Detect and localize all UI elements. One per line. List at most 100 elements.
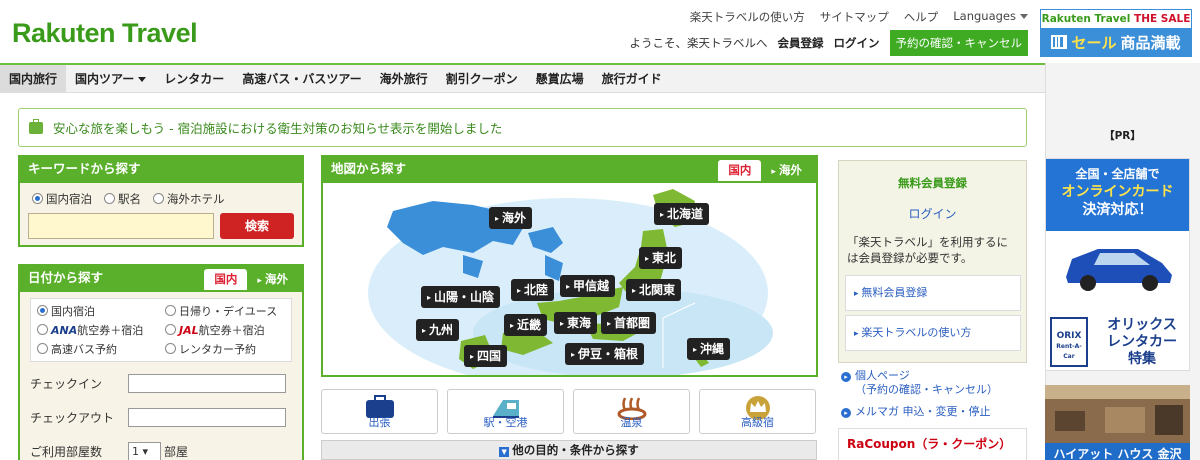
region-overseas[interactable]: 海外 [489,207,533,229]
region-shikoku[interactable]: 四国 [464,345,508,367]
dt-option-dayuse[interactable]: 日帰り・デイユース [165,303,285,319]
region-koshinetsu[interactable]: 甲信越 [560,275,616,297]
category-luxury[interactable]: 高級宿 [699,389,816,434]
pr-label: 【PR】 [1104,130,1141,142]
nav-highway-bus[interactable]: 高速バス・バスツアー [233,65,370,92]
how-to-use-link-2[interactable]: 楽天トラベルの使い方 [845,315,1021,351]
region-sanyo-sanin[interactable]: 山陽・山陰 [421,286,501,308]
languages-dropdown[interactable]: Languages [953,9,1028,25]
ad1-company-text: オリックス レンタカー 特集 [1094,317,1189,368]
region-tohoku[interactable]: 東北 [639,247,683,269]
category-onsen[interactable]: 温泉 [573,389,690,434]
map-tabs: 国内 海外 [718,160,812,181]
checkout-input[interactable] [128,408,286,427]
keyword-input[interactable] [28,213,214,239]
region-izu-hakone[interactable]: 伊豆・箱根 [565,343,645,365]
personal-page-link[interactable]: ▸ 個人ページ （予約の確認・キャンセル） [841,369,998,397]
radio-icon [37,343,48,354]
sale-banner[interactable]: Rakuten Travel THE SALE セール 商品満載 [1040,9,1192,57]
radio-icon [32,193,43,204]
checkin-input[interactable] [128,374,286,393]
map-search-box: 地図から探す 国内 海外 [321,155,818,388]
hotel-ad[interactable]: ハイアット ハウス 金沢 [1045,385,1190,460]
personal-page-sub: （予約の確認・キャンセル） [855,383,998,396]
kw-option-domestic[interactable]: 国内宿泊 [32,191,92,207]
mailmag-link[interactable]: ▸ メルマガ 申込・変更・停止 [841,405,991,419]
help-link[interactable]: ヘルプ [904,9,939,25]
kw-option-label: 駅名 [118,192,141,206]
category-station-airport[interactable]: 駅・空港 [447,389,564,434]
nav-coupon[interactable]: 割引クーポン [437,65,527,92]
ad1-company-1: オリックス [1107,317,1177,333]
region-hokkaido[interactable]: 北海道 [654,203,710,225]
checkout-row: チェックアウト [30,408,286,427]
sale-text-a: セール [1071,33,1117,52]
dt-option-rentacar[interactable]: レンタカー予約 [165,341,285,357]
notice-text: 安心な旅を楽しもう - 宿泊施設における衛生対策のお知らせ表示を開始しました [53,121,503,136]
nav-domestic-tour-label: 国内ツアー [75,72,135,86]
dt-option-jal[interactable]: JAL航空券＋宿泊 [165,322,285,338]
dt-option-domestic[interactable]: 国内宿泊 [37,303,165,319]
tab-overseas[interactable]: 海外 [247,269,298,290]
region-tokai[interactable]: 東海 [554,312,598,334]
kw-option-station[interactable]: 駅名 [104,191,141,207]
sale-banner-bottom: セール 商品満載 [1041,28,1191,56]
dt-option-ana[interactable]: ANA航空券＋宿泊 [37,322,165,338]
member-box: 無料会員登録 ログイン 「楽天トラベル」を利用するには会員登録が必要です。 無料… [838,160,1027,363]
keyword-search-button[interactable]: 検索 [220,213,294,239]
region-kinki[interactable]: 近畿 [504,314,548,336]
nav-travel-guide[interactable]: 旅行ガイド [593,65,671,92]
member-register-link[interactable]: 無料会員登録 [845,275,1021,311]
checkin-label: チェックイン [30,377,103,391]
tab-domestic[interactable]: 国内 [204,269,248,290]
personal-page-label: 個人ページ [855,369,910,382]
radio-icon [104,193,115,204]
dt-option-label: 航空券＋宿泊 [77,324,144,337]
member-login-link[interactable]: ログイン [839,205,1026,222]
region-kitakanto[interactable]: 北関東 [626,279,682,301]
nav-domestic-tour[interactable]: 国内ツアー [66,65,155,92]
nav-rental-car[interactable]: レンタカー [155,65,233,92]
reservation-check-button[interactable]: 予約の確認・キャンセル [889,30,1028,56]
card-payment-ad[interactable]: 全国・全店舗で オンラインカード 決済対応！ ORIX Rent-A-Car オリ… [1045,158,1190,371]
how-to-use-link[interactable]: 楽天トラベルの使い方 [690,9,805,25]
register-link[interactable]: 会員登録 [778,35,824,51]
rooms-select[interactable]: 1 ▾ [128,442,161,460]
rooms-row: ご利用部屋数 1 ▾ 部屋 [30,442,188,460]
nav-prize[interactable]: 懸賞広場 [527,65,593,92]
orix-logo-sub: Rent-A-Car [1056,343,1082,360]
hotel-ad-caption: ハイアット ハウス 金沢 [1045,443,1190,460]
car-icon [1066,249,1172,291]
nav-domestic-travel[interactable]: 国内旅行 [0,65,67,92]
login-link[interactable]: ログイン [834,35,880,51]
notice-bar[interactable]: 安心な旅を楽しもう - 宿泊施設における衛生対策のお知らせ表示を開始しました [18,108,1027,147]
region-kyushu[interactable]: 九州 [416,319,460,341]
racoupon-box[interactable]: RaCoupon（ラ・クーポン） [838,428,1027,460]
rakuten-travel-logo[interactable]: Rakuten Travel [12,18,198,49]
kw-option-label: 海外ホテル [167,192,225,206]
chevron-right-icon: ▸ [841,408,851,418]
other-conditions-toggle[interactable]: ▼ 他の目的・条件から探す [321,440,817,460]
page: Rakuten Travel 楽天トラベルの使い方 サイトマップ ヘルプ Lan… [0,0,1200,460]
map-tab-overseas[interactable]: 海外 [761,160,812,181]
main-nav: 国内旅行 国内ツアー レンタカー 高速バス・バスツアー 海外旅行 割引クーポン … [0,63,1045,93]
region-hokuriku[interactable]: 北陸 [511,279,555,301]
category-business[interactable]: 出張 [321,389,438,434]
map-search-title: 地図から探す [331,161,407,176]
kw-option-overseas[interactable]: 海外ホテル [153,191,225,207]
map-tab-domestic[interactable]: 国内 [718,160,762,181]
region-okinawa[interactable]: 沖縄 [687,338,731,360]
member-register-title[interactable]: 無料会員登録 [839,175,1026,191]
date-search-title: 日付から探す [28,270,104,285]
dt-option-bus[interactable]: 高速バス予約 [37,341,165,357]
rooms-label: ご利用部屋数 [30,445,103,459]
region-shutoken[interactable]: 首都圏 [601,312,657,334]
keyword-search-title: キーワードから探す [20,157,302,183]
sitemap-link[interactable]: サイトマップ [820,9,889,25]
nav-overseas-travel[interactable]: 海外旅行 [371,65,437,92]
date-options: 国内宿泊 日帰り・デイユース ANA航空券＋宿泊 JAL航空券＋宿泊 高速バス予… [30,298,292,362]
date-search-box: 日付から探す 国内 海外 国内宿泊 日帰り・デイユース ANA航空券＋宿泊 JA… [18,264,304,460]
radio-icon [153,193,164,204]
chevron-right-icon: ▸ [841,372,851,382]
checkin-row: チェックイン [30,374,286,393]
